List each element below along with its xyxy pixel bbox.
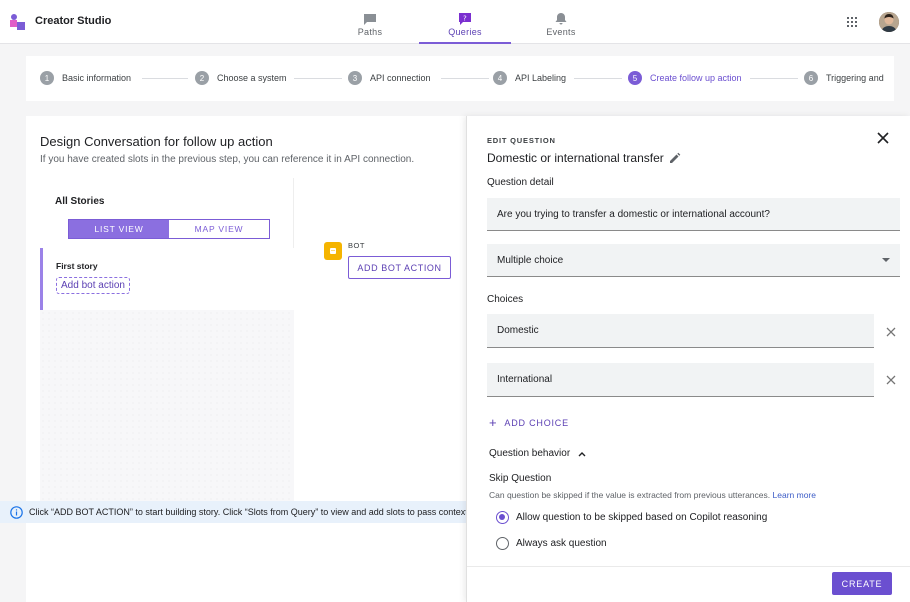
question-type-select[interactable]: Multiple choice	[487, 244, 900, 277]
step-label: Choose a system	[217, 73, 287, 83]
story-item[interactable]: First story Add bot action	[40, 248, 294, 310]
step-number: 1	[40, 71, 54, 85]
page-subtitle: If you have created slots in the previou…	[40, 154, 415, 165]
bot-label: BOT	[348, 241, 365, 250]
bot-icon	[324, 242, 342, 260]
step-create-follow-up-action[interactable]: 5 Create follow up action	[628, 70, 742, 86]
add-bot-action-button[interactable]: ADD BOT ACTION	[348, 256, 451, 279]
step-number: 6	[804, 71, 818, 85]
radio-allow-skip[interactable]: Allow question to be skipped based on Co…	[496, 511, 767, 524]
radio-label: Always ask question	[516, 538, 607, 549]
avatar-image	[879, 12, 899, 32]
remove-choice-icon[interactable]	[886, 327, 896, 337]
radio-unselected-icon	[496, 537, 509, 550]
wizard-stepper: 1 Basic information 2 Choose a system 3 …	[26, 56, 894, 101]
panel-header-label: EDIT QUESTION	[487, 136, 556, 145]
dropdown-arrow-icon	[882, 258, 890, 262]
bell-icon	[555, 13, 567, 25]
edit-question-panel: EDIT QUESTION Domestic or international …	[466, 116, 910, 602]
step-label: API connection	[370, 73, 431, 83]
stories-title: All Stories	[55, 196, 105, 207]
stories-panel: All Stories LIST VIEW MAP VIEW First sto…	[40, 178, 294, 508]
radio-selected-icon	[496, 511, 509, 524]
chat-icon	[364, 14, 376, 25]
radio-always-ask[interactable]: Always ask question	[496, 537, 607, 550]
step-number: 2	[195, 71, 209, 85]
add-choice-label: ADD CHOICE	[504, 417, 569, 428]
step-connector	[142, 78, 188, 79]
question-title-text: Domestic or international transfer	[487, 151, 664, 165]
map-view-button[interactable]: MAP VIEW	[169, 220, 269, 238]
tab-queries[interactable]: ? Queries	[419, 0, 511, 44]
chevron-up-icon	[578, 451, 586, 456]
close-icon[interactable]	[877, 132, 889, 144]
tab-paths[interactable]: Paths	[324, 0, 416, 44]
tab-queries-label: Queries	[448, 27, 482, 37]
info-banner: Click “ADD BOT ACTION” to start building…	[0, 501, 466, 523]
remove-choice-icon[interactable]	[886, 375, 896, 385]
tab-events[interactable]: Events	[515, 0, 607, 44]
info-icon	[10, 505, 23, 519]
story-name: First story	[56, 261, 98, 271]
step-connector	[750, 78, 798, 79]
step-number: 3	[348, 71, 362, 85]
info-text: Click “ADD BOT ACTION” to start building…	[29, 507, 466, 517]
skip-question-description: Can question be skipped if the value is …	[489, 490, 816, 500]
choice-value: Domestic	[497, 325, 539, 336]
creator-studio-logo	[10, 14, 25, 30]
choice-value: International	[497, 374, 553, 385]
step-connector	[294, 78, 342, 79]
add-bot-action-link[interactable]: Add bot action	[56, 277, 130, 294]
choices-label: Choices	[487, 294, 524, 305]
top-bar: Creator Studio Paths ? Queries Events	[0, 0, 910, 44]
edit-pencil-icon[interactable]	[669, 152, 681, 164]
story-canvas	[40, 310, 294, 508]
step-triggering[interactable]: 6 Triggering and	[804, 70, 884, 86]
step-api-labeling[interactable]: 4 API Labeling	[493, 70, 566, 86]
question-type-value: Multiple choice	[497, 254, 564, 266]
skip-question-title: Skip Question	[489, 473, 552, 484]
question-detail-input[interactable]: Are you trying to transfer a domestic or…	[487, 198, 900, 231]
question-detail-label: Question detail	[487, 177, 554, 188]
question-behavior-toggle[interactable]: Question behavior	[489, 448, 586, 459]
step-connector	[574, 78, 622, 79]
skip-description-text: Can question be skipped if the value is …	[489, 490, 771, 500]
svg-text:?: ?	[463, 15, 467, 23]
step-label: Create follow up action	[650, 73, 742, 83]
step-connector	[441, 78, 489, 79]
plus-icon: +	[489, 415, 498, 430]
step-label: Triggering and	[826, 73, 884, 83]
tab-paths-label: Paths	[357, 27, 383, 37]
step-api-connection[interactable]: 3 API connection	[348, 70, 431, 86]
choice-input-international[interactable]: International	[487, 363, 874, 397]
create-button[interactable]: CREATE	[832, 572, 892, 595]
list-view-button[interactable]: LIST VIEW	[69, 220, 169, 238]
question-title: Domestic or international transfer	[487, 151, 681, 165]
step-choose-a-system[interactable]: 2 Choose a system	[195, 70, 287, 86]
question-detail-value: Are you trying to transfer a domestic or…	[497, 208, 770, 220]
tab-events-label: Events	[546, 27, 576, 37]
choice-input-domestic[interactable]: Domestic	[487, 314, 874, 348]
add-choice-button[interactable]: + ADD CHOICE	[489, 416, 569, 429]
page-title: Design Conversation for follow up action	[40, 134, 273, 149]
radio-label: Allow question to be skipped based on Co…	[516, 512, 768, 523]
step-label: API Labeling	[515, 73, 567, 83]
user-avatar[interactable]	[879, 12, 899, 32]
question-behavior-label: Question behavior	[489, 448, 571, 459]
step-label: Basic information	[62, 73, 132, 83]
view-toggle: LIST VIEW MAP VIEW	[68, 219, 270, 239]
footer-divider	[467, 566, 910, 567]
learn-more-link[interactable]: Learn more	[773, 490, 816, 500]
step-number: 4	[493, 71, 507, 85]
conversation-designer: Design Conversation for follow up action…	[26, 116, 466, 602]
app-title: Creator Studio	[35, 15, 112, 27]
step-number: 5	[628, 71, 642, 85]
question-icon: ?	[459, 13, 471, 25]
apps-grid-icon[interactable]	[847, 17, 857, 27]
step-basic-information[interactable]: 1 Basic information	[40, 70, 131, 86]
